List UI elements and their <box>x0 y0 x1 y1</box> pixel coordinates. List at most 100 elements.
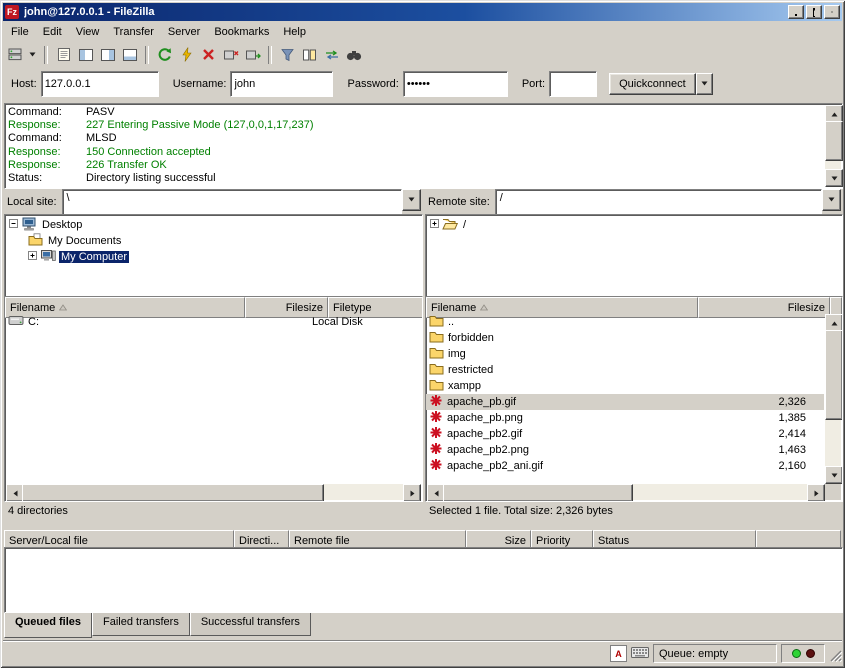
scrollbar-thumb[interactable] <box>22 484 324 502</box>
tree-item-my-documents[interactable]: My Documents <box>5 233 422 249</box>
file-row[interactable]: apache_pb2_ani.gif 2,160 <box>426 458 824 474</box>
resize-grip[interactable] <box>829 649 842 665</box>
local-site-dropdown-button[interactable] <box>402 189 421 211</box>
password-input[interactable] <box>403 71 508 97</box>
tab-queued-files[interactable]: Queued files <box>4 613 92 638</box>
menu-transfer[interactable]: Transfer <box>106 24 161 40</box>
port-input[interactable] <box>549 71 597 97</box>
log-scrollbar[interactable] <box>825 105 841 187</box>
scrollbar-thumb[interactable] <box>825 330 843 420</box>
tree-item-desktop[interactable]: Desktop <box>5 217 422 233</box>
quickconnect-dropdown-button[interactable] <box>696 73 713 95</box>
site-manager-dropdown-icon[interactable] <box>26 44 39 65</box>
log-line: Status:Directory listing successful <box>8 172 823 185</box>
menu-help[interactable]: Help <box>276 24 313 40</box>
log-line: Response:226 Transfer OK <box>8 159 823 172</box>
file-row[interactable]: restricted <box>426 362 824 378</box>
remote-vscrollbar[interactable] <box>825 314 841 484</box>
process-queue-icon[interactable] <box>176 44 197 65</box>
menu-edit[interactable]: Edit <box>36 24 69 40</box>
toggle-queue-icon[interactable] <box>119 44 140 65</box>
file-row[interactable]: apache_pb.png 1,385 <box>426 410 824 426</box>
computer-icon <box>40 249 56 265</box>
filezilla-logo-icon[interactable]: Fz <box>5 5 19 19</box>
local-hscrollbar[interactable] <box>6 484 421 500</box>
filter-icon[interactable] <box>277 44 298 65</box>
message-log: Command:PASV Response:227 Entering Passi… <box>4 103 843 189</box>
menu-view[interactable]: View <box>69 24 107 40</box>
menu-file[interactable]: File <box>4 24 36 40</box>
transfer-type-icon[interactable]: A <box>610 645 627 662</box>
file-name: img <box>448 348 466 360</box>
remote-site-dropdown-button[interactable] <box>822 189 841 211</box>
tree-item-label[interactable]: / <box>461 219 468 231</box>
remote-hscrollbar[interactable] <box>427 484 825 500</box>
file-type: Local Disk <box>308 316 396 328</box>
maximize-button[interactable] <box>806 5 822 19</box>
remote-site-combo[interactable]: / <box>495 189 841 215</box>
scrollbar-right-button[interactable] <box>403 484 421 502</box>
file-row[interactable]: forbidden <box>426 330 824 346</box>
username-label: Username: <box>173 78 227 90</box>
queue-tabs: Queued files Failed transfers Successful… <box>4 613 311 635</box>
scrollbar-right-button[interactable] <box>807 484 825 502</box>
image-file-icon <box>429 394 443 410</box>
file-name: apache_pb2_ani.gif <box>447 460 543 472</box>
menu-server[interactable]: Server <box>161 24 207 40</box>
keyboard-icon[interactable] <box>631 647 649 661</box>
local-site-combo[interactable]: \ <box>62 189 421 215</box>
queue-body[interactable] <box>4 547 843 613</box>
expand-icon[interactable] <box>28 251 37 263</box>
file-row[interactable]: .. <box>426 314 824 330</box>
local-rows: C: Local Disk <box>5 314 422 330</box>
quickconnect-button[interactable]: Quickconnect <box>609 73 696 95</box>
remote-tree: / <box>425 214 843 297</box>
minimize-button[interactable] <box>788 5 804 19</box>
file-size: 1,463 <box>688 444 810 456</box>
find-icon[interactable] <box>343 44 364 65</box>
synchronized-browsing-icon[interactable] <box>321 44 342 65</box>
tree-item-root[interactable]: / <box>426 217 842 233</box>
toggle-remote-tree-icon[interactable] <box>97 44 118 65</box>
file-row[interactable]: apache_pb2.png 1,463 <box>426 442 824 458</box>
file-name: xampp <box>448 380 481 392</box>
disconnect-icon[interactable] <box>220 44 241 65</box>
reconnect-icon[interactable] <box>242 44 263 65</box>
scrollbar-down-button[interactable] <box>825 169 843 187</box>
file-row[interactable]: C: Local Disk <box>5 314 422 330</box>
menu-bookmarks[interactable]: Bookmarks <box>207 24 276 40</box>
scrollbar-down-button[interactable] <box>825 466 843 484</box>
collapse-icon[interactable] <box>9 219 18 231</box>
port-label: Port: <box>522 78 545 90</box>
local-site-row: Local site: \ <box>4 191 421 212</box>
remote-site-value[interactable]: / <box>495 189 822 215</box>
file-row-selected[interactable]: apache_pb.gif 2,326 <box>426 394 824 410</box>
tree-item-my-computer[interactable]: My Computer <box>5 249 422 265</box>
tab-successful-transfers[interactable]: Successful transfers <box>190 613 311 636</box>
arrow-down-icon <box>831 473 838 478</box>
tree-item-label[interactable]: My Computer <box>59 251 129 263</box>
host-input[interactable] <box>41 71 159 97</box>
sort-asc-icon <box>480 304 488 311</box>
arrow-up-icon <box>831 112 838 117</box>
file-row[interactable]: img <box>426 346 824 362</box>
tree-item-label[interactable]: Desktop <box>40 219 84 231</box>
compare-icon[interactable] <box>299 44 320 65</box>
local-site-value[interactable]: \ <box>62 189 402 215</box>
username-input[interactable] <box>230 71 333 97</box>
toggle-log-icon[interactable] <box>53 44 74 65</box>
refresh-icon[interactable] <box>154 44 175 65</box>
toggle-local-tree-icon[interactable] <box>75 44 96 65</box>
file-row[interactable]: xampp <box>426 378 824 394</box>
file-size: 2,160 <box>688 460 810 472</box>
chevron-down-icon <box>408 197 415 202</box>
site-manager-icon[interactable] <box>4 44 25 65</box>
close-button[interactable] <box>824 5 840 19</box>
scrollbar-thumb[interactable] <box>825 121 843 161</box>
tree-item-label[interactable]: My Documents <box>46 235 123 247</box>
scrollbar-thumb[interactable] <box>443 484 633 502</box>
file-row[interactable]: apache_pb2.gif 2,414 <box>426 426 824 442</box>
cancel-icon[interactable] <box>198 44 219 65</box>
expand-icon[interactable] <box>430 219 439 231</box>
tab-failed-transfers[interactable]: Failed transfers <box>92 613 190 636</box>
